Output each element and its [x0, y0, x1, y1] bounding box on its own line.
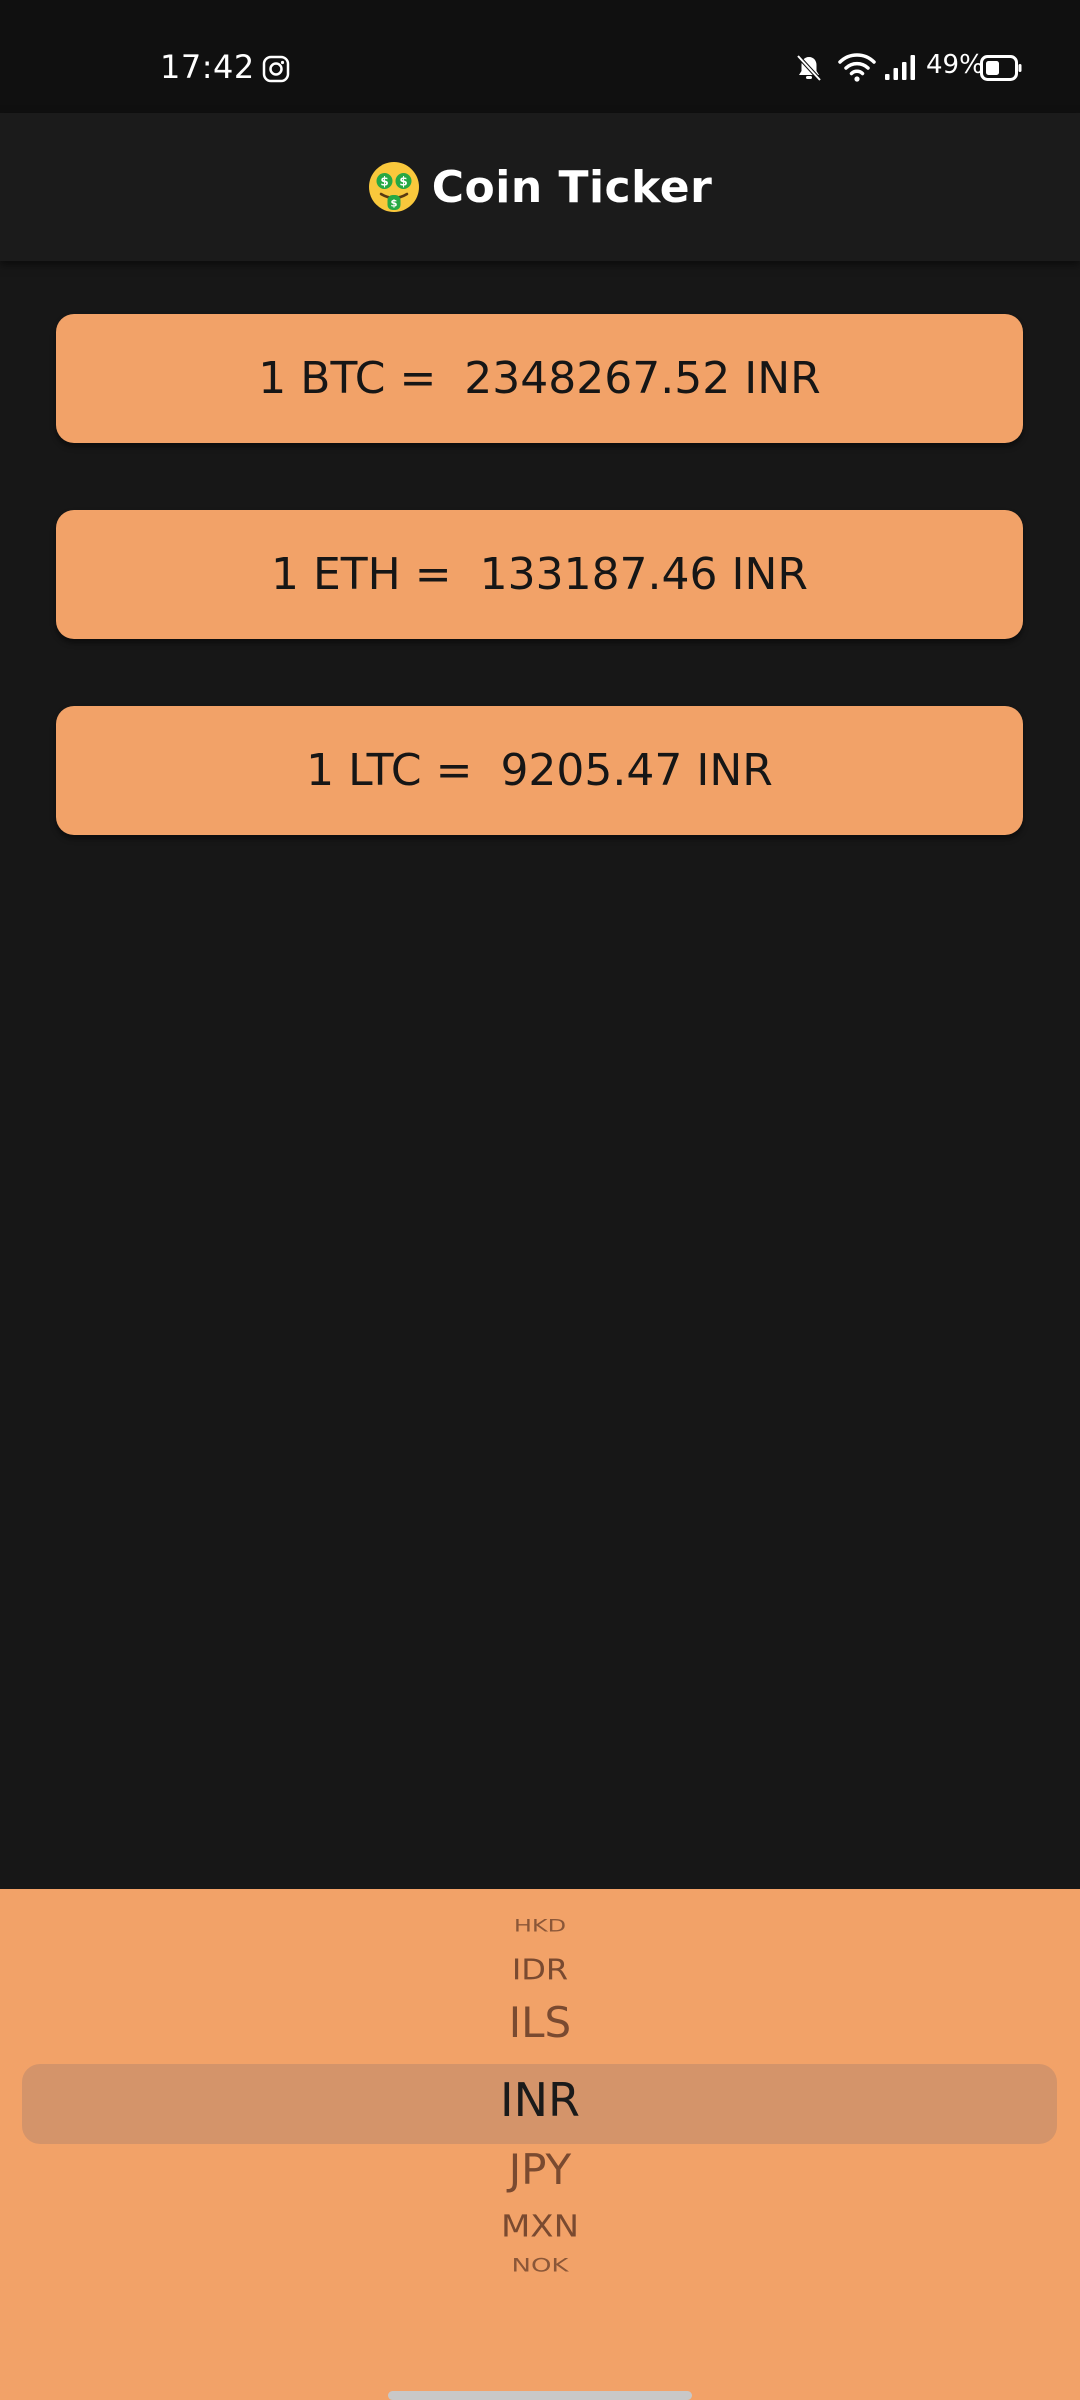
picker-item-idr[interactable]: IDR: [0, 1953, 1080, 1986]
status-time: 17:42: [160, 48, 255, 86]
rate-card-eth: 1 ETH = 133187.46 INR: [56, 510, 1023, 639]
picker-item-ils[interactable]: ILS: [0, 1998, 1080, 2047]
picker-item-nok[interactable]: NOK: [0, 2256, 1080, 2277]
picker-item-hkd[interactable]: HKD: [0, 1916, 1080, 1936]
app-title: Coin Ticker: [431, 161, 713, 213]
rate-card-btc: 1 BTC = 2348267.52 INR: [56, 314, 1023, 443]
svg-text:$: $: [380, 175, 388, 189]
status-bar: 17:42 49%: [0, 0, 1080, 113]
svg-text:$: $: [390, 199, 397, 210]
bell-off-icon: [796, 54, 822, 82]
picker-item-jpy[interactable]: JPY: [0, 2145, 1080, 2194]
signal-icon: [885, 55, 915, 80]
rate-card-ltc: 1 LTC = 9205.47 INR: [56, 706, 1023, 835]
app-title-group: $ $ $ Coin Ticker: [0, 113, 1080, 261]
gesture-navigation-handle[interactable]: [388, 2391, 692, 2400]
battery-percent: 49%: [926, 50, 984, 80]
battery-icon: [980, 55, 1022, 81]
wifi-icon: [838, 53, 876, 82]
svg-text:$: $: [399, 175, 407, 189]
instagram-icon: [262, 55, 290, 83]
app-bar: $ $ $ Coin Ticker: [0, 113, 1080, 261]
picker-item-inr[interactable]: INR: [0, 2073, 1080, 2127]
currency-picker[interactable]: HKD IDR ILS INR JPY MXN NOK: [0, 1889, 1080, 2400]
money-mouth-face-icon: $ $ $: [368, 162, 419, 212]
picker-item-mxn[interactable]: MXN: [0, 2209, 1080, 2244]
